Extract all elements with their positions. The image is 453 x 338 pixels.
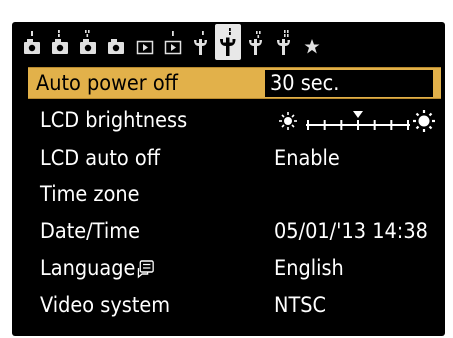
menu-item-value: NTSC xyxy=(274,293,327,317)
wrench-icon xyxy=(277,30,290,55)
tab-setup-3[interactable] xyxy=(244,28,268,58)
dim-sun-icon xyxy=(279,112,297,130)
tab-shooting-4[interactable] xyxy=(104,28,128,58)
camera-icon xyxy=(52,30,68,54)
tab-setup-4[interactable] xyxy=(272,28,296,58)
camera-icon xyxy=(80,30,96,54)
playback-icon xyxy=(164,31,182,55)
tab-shooting-1[interactable] xyxy=(20,28,44,58)
tab-playback-1[interactable] xyxy=(133,28,157,58)
wrench-icon xyxy=(220,28,236,56)
menu-item-date-time[interactable]: Date/Time 05/01/'13 14:38 xyxy=(32,216,443,246)
menu-item-label: LCD auto off xyxy=(40,146,161,170)
menu-item-label: Time zone xyxy=(40,182,140,206)
menu-item-auto-power-off[interactable]: Auto power off 30 sec. xyxy=(28,67,441,99)
menu-item-video-system[interactable]: Video system NTSC xyxy=(32,290,443,320)
camera-menu-screen: Auto power off 30 sec. LCD brightness LC… xyxy=(12,22,445,336)
menu-item-value: 30 sec. xyxy=(270,71,340,95)
wrench-icon xyxy=(249,31,262,55)
brightness-scale xyxy=(279,110,435,132)
tab-my-menu[interactable] xyxy=(300,28,324,58)
language-label-text: Language xyxy=(40,256,136,280)
menu-item-label: Language xyxy=(40,253,155,283)
bright-sun-icon xyxy=(413,110,435,132)
menu-item-language[interactable]: Language English xyxy=(32,253,443,283)
tab-playback-2[interactable] xyxy=(161,28,185,58)
wrench-icon xyxy=(194,31,207,55)
star-icon xyxy=(304,39,320,54)
playback-icon xyxy=(136,40,154,55)
menu-item-lcd-brightness[interactable]: LCD brightness xyxy=(32,105,443,135)
menu-item-label: Date/Time xyxy=(40,219,140,243)
camera-icon xyxy=(24,31,40,54)
camera-icon xyxy=(108,39,124,54)
menu-item-value: 05/01/'13 14:38 xyxy=(274,219,428,243)
menu-item-label: Video system xyxy=(40,293,171,317)
language-icon xyxy=(137,260,154,279)
menu-item-label: LCD brightness xyxy=(40,108,188,132)
tab-setup-2[interactable] xyxy=(215,24,241,60)
tab-shooting-3[interactable] xyxy=(76,28,100,58)
brightness-level-marker xyxy=(353,111,363,118)
menu-item-lcd-auto-off[interactable]: LCD auto off Enable xyxy=(32,143,443,173)
tab-shooting-2[interactable] xyxy=(48,28,72,58)
menu-item-value: English xyxy=(274,256,344,280)
menu-item-value: Enable xyxy=(274,146,340,170)
tab-setup-1[interactable] xyxy=(189,28,213,58)
menu-tab-bar xyxy=(12,22,445,64)
menu-item-label: Auto power off xyxy=(36,71,178,95)
menu-item-time-zone[interactable]: Time zone xyxy=(32,179,443,209)
